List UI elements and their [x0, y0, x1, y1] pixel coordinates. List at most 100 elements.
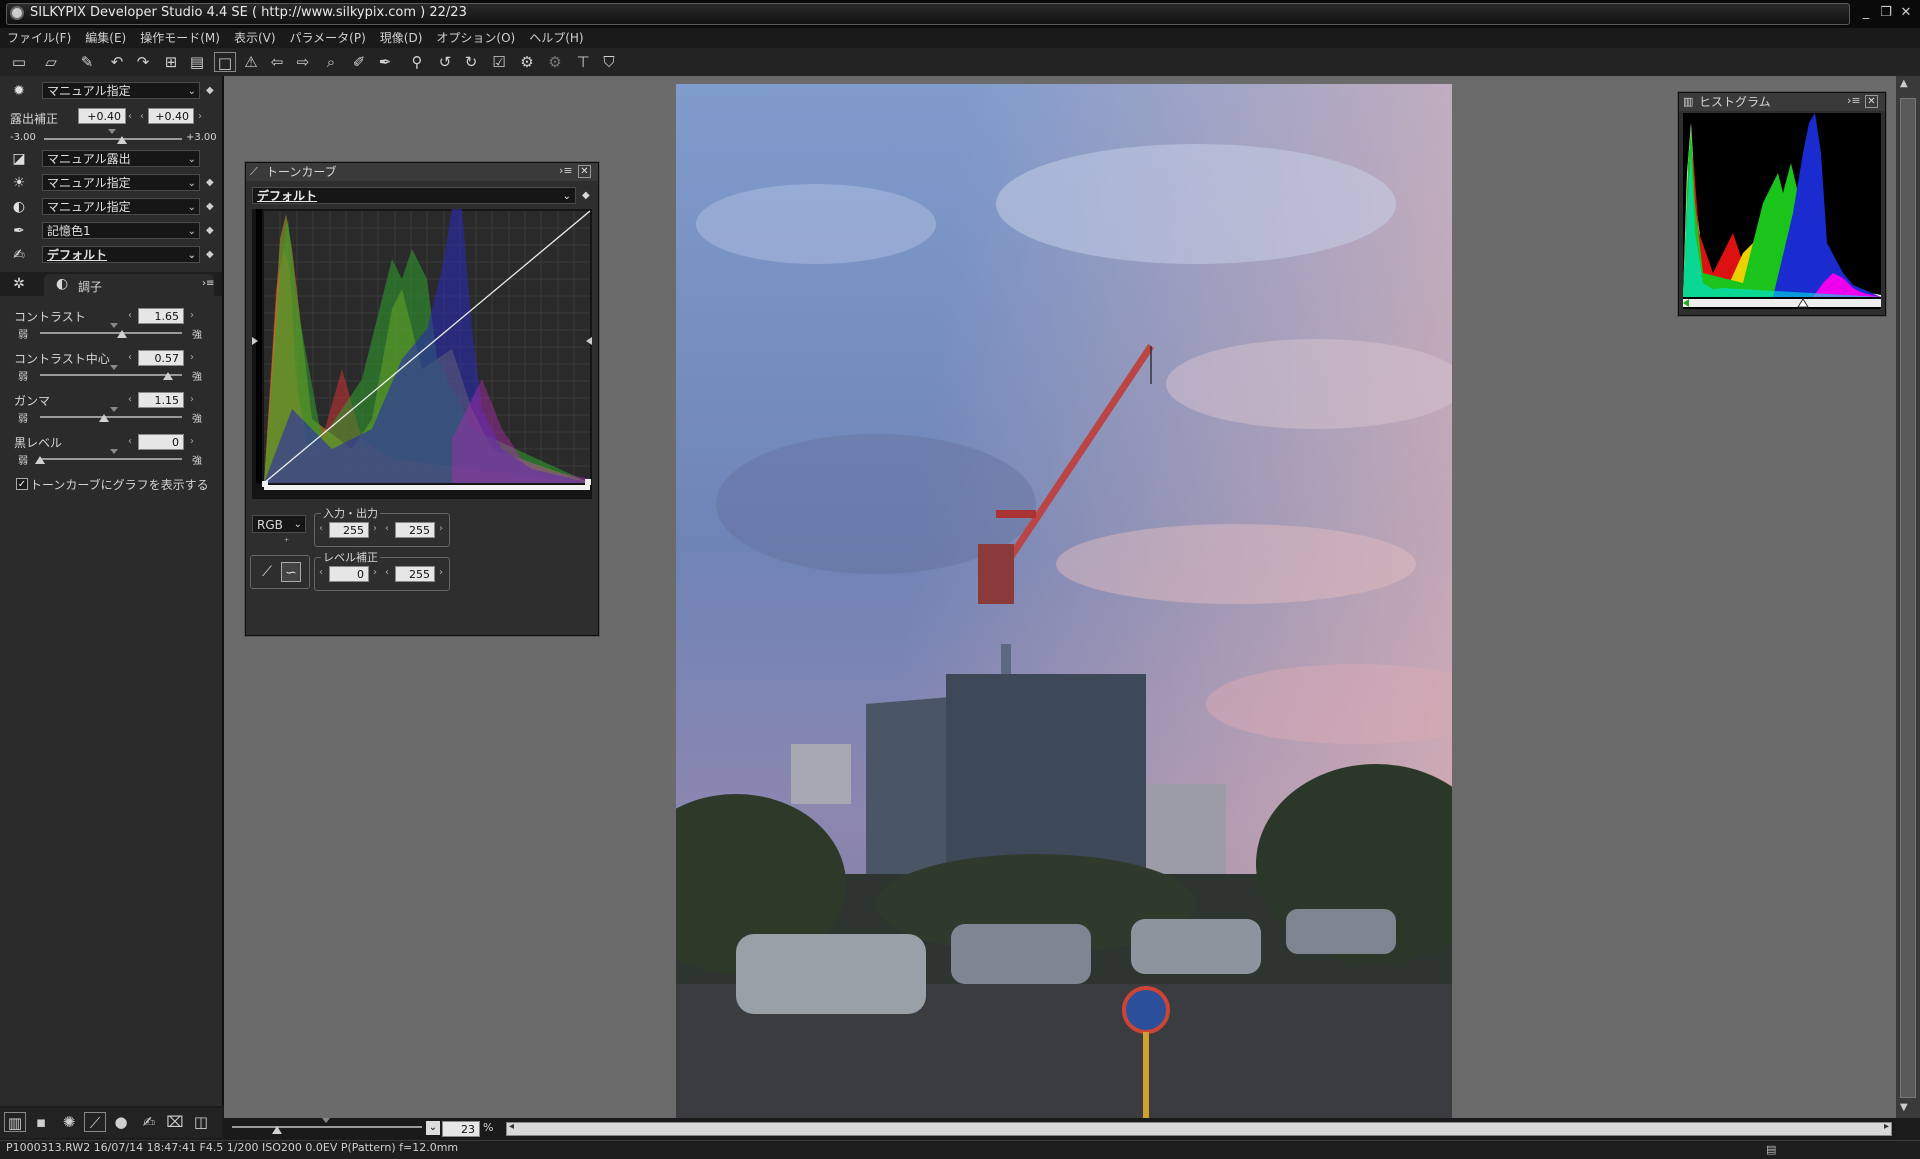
slider-track[interactable] [40, 416, 182, 418]
zoom-value[interactable]: 23 [442, 1121, 480, 1137]
shield-icon[interactable]: ⛉ [598, 52, 620, 72]
brush-tool-icon[interactable]: ✍ [138, 1112, 160, 1132]
rotate-left-icon[interactable]: ↺ [434, 52, 456, 72]
grid-view-icon[interactable]: ⊞ [160, 52, 182, 72]
photo-preview[interactable] [676, 84, 1452, 1118]
level-high-value[interactable]: 255 [395, 566, 435, 582]
picker-icon[interactable]: ✒ [374, 52, 396, 72]
check-icon[interactable]: ☑ [488, 52, 510, 72]
exposure-value-right[interactable]: +0.40 [148, 108, 194, 124]
menu-help[interactable]: ヘルプ(H) [522, 28, 590, 48]
exposure-left-arrow-icon[interactable]: ‹ [140, 111, 144, 122]
scroll-left-icon[interactable]: ◂ [509, 1121, 514, 1132]
single-view-icon[interactable]: □ [214, 52, 236, 72]
filmstrip-view-icon[interactable]: ▤ [186, 52, 208, 72]
level-low-value[interactable]: 0 [329, 566, 369, 582]
comment-tool-icon[interactable]: ▪ [30, 1112, 52, 1132]
scroll-right-icon[interactable]: ▸ [1884, 1121, 1889, 1132]
exposure-slider-track[interactable] [44, 138, 182, 140]
exposure-increment-icon[interactable]: › [198, 111, 202, 122]
slider-track[interactable] [40, 458, 182, 460]
style-select[interactable]: デフォルト ⌄ [42, 246, 200, 263]
next-icon[interactable]: ⇨ [292, 52, 314, 72]
spline-curve-icon[interactable]: ∽ [281, 562, 301, 582]
slider-increment-icon[interactable]: › [190, 394, 194, 405]
scroll-up-icon[interactable]: ▲ [1900, 78, 1908, 89]
menu-parameter[interactable]: パラメータ(P) [283, 28, 373, 48]
rotate-right-icon[interactable]: ↻ [460, 52, 482, 72]
zoom-dropdown-icon[interactable]: ⌄ [426, 1121, 440, 1135]
tab-menu-icon[interactable]: ›≡ [202, 278, 214, 289]
light-select[interactable]: マニュアル指定 ⌄ [42, 174, 200, 191]
input-decrement-icon[interactable]: ‹ [319, 523, 323, 534]
develop-icon[interactable]: ⚙ [516, 52, 538, 72]
warning-icon[interactable]: ⚠ [240, 52, 262, 72]
slider-value[interactable]: 0.57 [138, 350, 184, 366]
output-value[interactable]: 255 [395, 522, 435, 538]
zoom-slider-thumb[interactable] [272, 1126, 282, 1134]
exposure-slider-thumb[interactable] [117, 136, 127, 144]
diamond-icon[interactable]: ◆ [206, 85, 214, 96]
level-low-decrement-icon[interactable]: ‹ [319, 567, 323, 578]
output-decrement-icon[interactable]: ‹ [385, 523, 389, 534]
diamond-icon[interactable]: ◆ [206, 201, 214, 212]
input-value[interactable]: 255 [329, 522, 369, 538]
open-icon[interactable]: ▭ [8, 52, 30, 72]
slider-value[interactable]: 1.15 [138, 392, 184, 408]
sun-tool-icon[interactable]: ✺ [58, 1112, 80, 1132]
zoom-slider-track[interactable] [232, 1126, 422, 1128]
slider-thumb[interactable] [35, 456, 45, 464]
color-select[interactable]: 記憶色1 ⌄ [42, 222, 200, 239]
redo-icon[interactable]: ↷ [132, 52, 154, 72]
input-increment-icon[interactable]: › [373, 523, 377, 534]
tone-curve-title[interactable]: ⟋ トーンカーブ [246, 163, 598, 181]
close-icon[interactable]: ✕ [1865, 95, 1878, 108]
menu-view[interactable]: 表示(V) [227, 28, 283, 48]
prev-icon[interactable]: ⇦ [266, 52, 288, 72]
diamond-icon[interactable]: ◆ [206, 249, 214, 260]
slider-decrement-icon[interactable]: ‹ [128, 394, 132, 405]
open-folder-icon[interactable]: ▱ [40, 52, 62, 72]
show-graph-checkbox[interactable]: ✓ [16, 478, 28, 490]
tone-curve-graph[interactable] [252, 209, 592, 499]
scroll-down-icon[interactable]: ▼ [1900, 1102, 1908, 1113]
slider-track[interactable] [40, 332, 182, 334]
tool-icon[interactable]: ⊤ [572, 52, 594, 72]
slider-decrement-icon[interactable]: ‹ [128, 352, 132, 363]
histogram-tool-icon[interactable]: ▥ [4, 1112, 26, 1132]
slider-thumb[interactable] [163, 372, 173, 380]
add-point-icon[interactable]: ⁺ [284, 537, 289, 548]
diamond-icon[interactable]: ◆ [582, 190, 590, 201]
level-low-increment-icon[interactable]: › [373, 567, 377, 578]
tone-curve-preset-select[interactable]: デフォルト ⌄ [252, 187, 576, 204]
tone-curve-window[interactable]: ⟋ トーンカーブ ›≡ ✕ デフォルト ⌄ ◆ RGB ⌄ ⁺ 入力・出力 ‹ … [245, 162, 599, 636]
tab-tone[interactable]: ◐ 調子 ›≡ [44, 274, 214, 296]
output-increment-icon[interactable]: › [439, 523, 443, 534]
diamond-icon[interactable]: ◆ [206, 177, 214, 188]
horizontal-scrollbar[interactable]: ◂ ▸ [506, 1121, 1892, 1136]
slider-thumb[interactable] [117, 330, 127, 338]
slider-value[interactable]: 0 [138, 434, 184, 450]
slider-decrement-icon[interactable]: ‹ [128, 436, 132, 447]
lens-tool-icon[interactable]: ◫ [190, 1112, 212, 1132]
slider-increment-icon[interactable]: › [190, 352, 194, 363]
menu-option[interactable]: オプション(O) [429, 28, 522, 48]
menu-file[interactable]: ファイル(F) [0, 28, 78, 48]
level-high-decrement-icon[interactable]: ‹ [385, 567, 389, 578]
wb-picker-icon[interactable]: ✐ [348, 52, 370, 72]
linear-curve-icon[interactable]: ⟋ [257, 562, 277, 582]
tone-curve-tool-icon[interactable]: ⟋ [84, 1112, 106, 1132]
slider-decrement-icon[interactable]: ‹ [128, 310, 132, 321]
slider-increment-icon[interactable]: › [190, 310, 194, 321]
eraser-icon[interactable]: ✎ [76, 52, 98, 72]
level-high-increment-icon[interactable]: › [439, 567, 443, 578]
exposure-value-left[interactable]: +0.40 [78, 108, 126, 124]
window-menu-icon[interactable]: ›≡ [1847, 94, 1861, 107]
diamond-icon[interactable]: ◆ [206, 225, 214, 236]
menu-develop[interactable]: 現像(D) [373, 28, 430, 48]
histogram-window[interactable]: ▥ ヒストグラム ›≡ ✕ [1678, 92, 1886, 316]
close-icon[interactable]: ✕ [578, 165, 591, 178]
develop-batch-icon[interactable]: ⚙ [544, 52, 566, 72]
eyedropper-icon[interactable]: ⚲ [406, 52, 428, 72]
contrast-select[interactable]: マニュアル指定 ⌄ [42, 198, 200, 215]
